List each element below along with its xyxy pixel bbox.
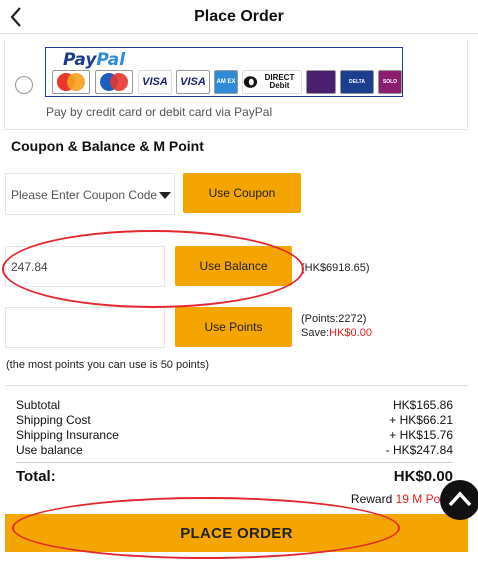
balance-input[interactable]: 247.84 — [5, 246, 165, 287]
points-save: Save:HK$0.00 — [301, 327, 372, 339]
mastercard-icon — [52, 70, 90, 94]
visa-icon: VISA — [138, 70, 172, 94]
page-header: Place Order — [0, 0, 478, 34]
balance-available: (HK$6918.65) — [301, 262, 370, 274]
points-input[interactable] — [5, 307, 165, 348]
coupon-placeholder: Please Enter Coupon Code — [11, 188, 158, 202]
reward-points: Reward 19 M Point — [350, 492, 453, 506]
paypal-caption: Pay by credit card or debit card via Pay… — [46, 105, 273, 119]
paypal-logo: PayPal — [63, 50, 126, 70]
solo-icon: SOLO — [378, 70, 402, 94]
coupon-code-select[interactable]: Please Enter Coupon Code — [5, 173, 175, 215]
use-coupon-button[interactable]: Use Coupon — [183, 173, 301, 213]
direct-debit-icon: DIRECT Debit — [242, 70, 302, 94]
chevron-up-icon — [448, 491, 472, 507]
visa-electron-icon: VISA — [176, 70, 210, 94]
amex-icon: AM EX — [214, 70, 238, 94]
paypal-payment-option[interactable]: PayPal VISA VISA AM EX DIRECT Debit DELT… — [4, 41, 468, 130]
paypal-radio[interactable] — [15, 76, 33, 94]
maestro-icon — [95, 70, 133, 94]
summary-divider — [16, 462, 453, 463]
use-points-button[interactable]: Use Points — [175, 307, 292, 347]
delta-icon: DELTA — [340, 70, 374, 94]
points-save-value: HK$0.00 — [329, 327, 372, 339]
card-logos: VISA VISA AM EX DIRECT Debit DELTA SOLO — [52, 70, 402, 94]
place-order-button[interactable]: PLACE ORDER — [5, 514, 468, 552]
caret-down-icon — [159, 192, 171, 199]
section-title: Coupon & Balance & M Point — [11, 138, 204, 154]
page-title: Place Order — [194, 8, 284, 25]
paypal-logo-banner: PayPal VISA VISA AM EX DIRECT Debit DELT… — [45, 47, 403, 97]
laser-icon — [306, 70, 336, 94]
use-balance-button[interactable]: Use Balance — [175, 246, 292, 286]
points-available: (Points:2272) — [301, 313, 367, 325]
points-limit-note: (the most points you can use is 50 point… — [6, 359, 209, 371]
scroll-top-button[interactable] — [440, 480, 478, 520]
